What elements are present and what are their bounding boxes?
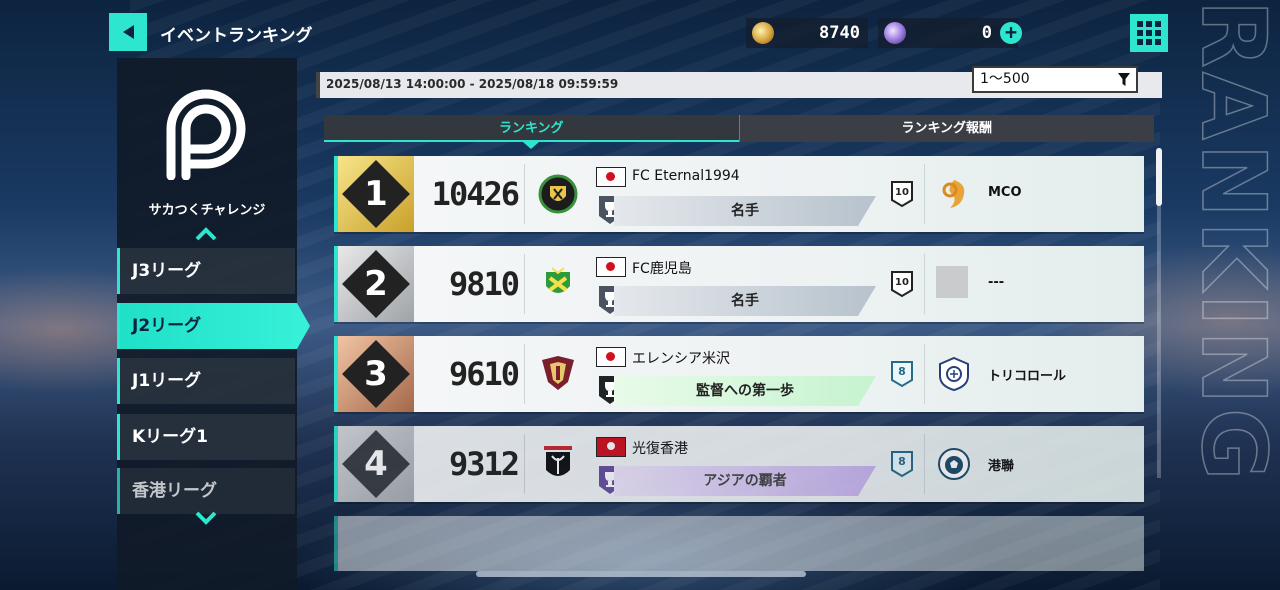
manager-title-badge: 監督への第一歩 <box>614 376 876 406</box>
guild-emblem-icon <box>942 180 965 208</box>
division-badge-icon: 10 <box>891 181 913 208</box>
club-emblem-icon <box>538 174 578 214</box>
ranking-row-partial[interactable] <box>334 516 1144 571</box>
sidebar-item-label: Kリーグ1 <box>132 427 209 447</box>
ranking-row[interactable]: 1 10426 FC Eternal1994 名手 10 MCO <box>334 156 1144 232</box>
rank-badge-gold: 1 <box>338 156 414 232</box>
sidebar-item-label: J3リーグ <box>132 261 202 281</box>
gold-currency-display: 8740 <box>746 18 868 48</box>
score: 9312 <box>448 445 520 483</box>
scroll-down-chevron-icon[interactable] <box>195 510 217 526</box>
ranking-row[interactable]: 4 9312 光復香港 アジアの覇者 8 港聯 <box>334 426 1144 502</box>
sidebar-item-j3-league[interactable]: J3リーグ <box>117 248 295 294</box>
score: 10426 <box>431 175 520 213</box>
scroll-up-chevron-icon[interactable] <box>195 226 217 242</box>
tab-ranking-rewards[interactable]: ランキング報酬 <box>738 115 1154 142</box>
decorative-ranking-letters: RANKING <box>1181 0 1280 485</box>
score: 9810 <box>448 265 520 303</box>
japan-flag-icon <box>596 257 626 277</box>
ranking-row[interactable]: 3 9610 エレンシア米沢 監督への第一歩 8 トリコロール <box>334 336 1144 412</box>
manager-title-badge: アジアの覇者 <box>614 466 876 496</box>
gem-currency-display: 0 + <box>878 18 1022 48</box>
sakatsuku-challenge-logo <box>166 89 246 180</box>
sidebar-item-label: J2リーグ <box>132 316 202 336</box>
svg-text:10: 10 <box>895 277 909 288</box>
club-emblem-icon <box>546 267 570 293</box>
filter-value: 1〜500 <box>980 71 1030 87</box>
japan-flag-icon <box>596 167 626 187</box>
club-name: FC鹿児島 <box>632 261 692 277</box>
logo-label: サカつくチャレンジ <box>148 203 266 218</box>
sidebar-item-label: J1リーグ <box>132 371 202 391</box>
rank-badge-silver: 2 <box>338 246 414 322</box>
guild-name: MCO <box>988 185 1022 200</box>
guild-emblem-icon <box>938 448 970 480</box>
event-period-text: 2025/08/13 14:00:00 - 2025/08/18 09:59:5… <box>326 77 619 91</box>
manager-title-badge: 名手 <box>614 286 876 316</box>
back-button[interactable] <box>109 13 147 51</box>
gold-coin-icon <box>752 22 774 44</box>
guild-emblem-icon <box>939 356 969 392</box>
club-name: エレンシア米沢 <box>632 351 730 367</box>
rank-number: 4 <box>364 444 388 484</box>
back-arrow-icon <box>122 25 134 39</box>
sidebar-item-j2-league[interactable]: J2リーグ <box>117 303 310 349</box>
score: 9610 <box>448 355 520 393</box>
rank-number: 1 <box>364 174 388 214</box>
rank-number: 3 <box>364 354 388 394</box>
sidebar-item-j1-league[interactable]: J1リーグ <box>117 358 295 404</box>
sidebar-item-hong-kong-league[interactable]: 香港リーグ <box>117 468 295 514</box>
ranking-row[interactable]: 2 9810 FC鹿児島 名手 10 --- <box>334 246 1144 322</box>
ranking-tabs: ランキング ランキング報酬 <box>324 115 1154 149</box>
division-badge-icon: 8 <box>891 451 913 478</box>
page-title: イベントランキング <box>160 26 313 46</box>
guild-name: --- <box>988 275 1005 290</box>
division-badge-icon: 10 <box>891 271 913 298</box>
sidebar-item-k-league-1[interactable]: Kリーグ1 <box>117 414 295 460</box>
grid-menu-button[interactable] <box>1130 14 1168 52</box>
sidebar-item-label: 香港リーグ <box>132 481 217 501</box>
japan-flag-icon <box>596 347 626 367</box>
manager-title-badge: 名手 <box>614 196 876 226</box>
gem-icon <box>884 22 906 44</box>
club-emblem-icon <box>542 356 574 390</box>
rank-badge-bronze: 3 <box>338 336 414 412</box>
home-indicator[interactable] <box>476 571 806 577</box>
rank-number: 2 <box>364 264 388 304</box>
list-scrollbar-thumb[interactable] <box>1156 148 1162 206</box>
rank-badge: 4 <box>338 426 414 502</box>
sidebar: サカつくチャレンジ J3リーグ J2リーグ J1リーグ Kリーグ1 香港リーグ <box>117 58 310 590</box>
club-name: 光復香港 <box>632 441 688 457</box>
club-name: FC Eternal1994 <box>632 168 740 184</box>
gold-amount: 8740 <box>819 23 860 43</box>
tab-ranking[interactable]: ランキング <box>324 115 739 149</box>
division-badge-icon: 8 <box>891 361 913 388</box>
filter-funnel-icon <box>1118 73 1130 86</box>
svg-text:8: 8 <box>898 455 906 468</box>
ranking-list: 1 10426 FC Eternal1994 名手 10 MCO 2 9810 … <box>334 156 1144 571</box>
club-emblem-icon <box>544 446 572 476</box>
gem-amount: 0 <box>981 23 992 43</box>
svg-text:10: 10 <box>895 187 909 198</box>
hong-kong-flag-icon <box>596 437 626 457</box>
add-gem-button[interactable]: + <box>1000 22 1022 44</box>
rank-range-filter-dropdown[interactable]: 1〜500 <box>972 66 1138 93</box>
empty-guild-placeholder <box>936 266 968 298</box>
guild-name: トリコロール <box>988 369 1067 384</box>
guild-name: 港聯 <box>988 459 1015 474</box>
svg-text:8: 8 <box>898 365 906 378</box>
